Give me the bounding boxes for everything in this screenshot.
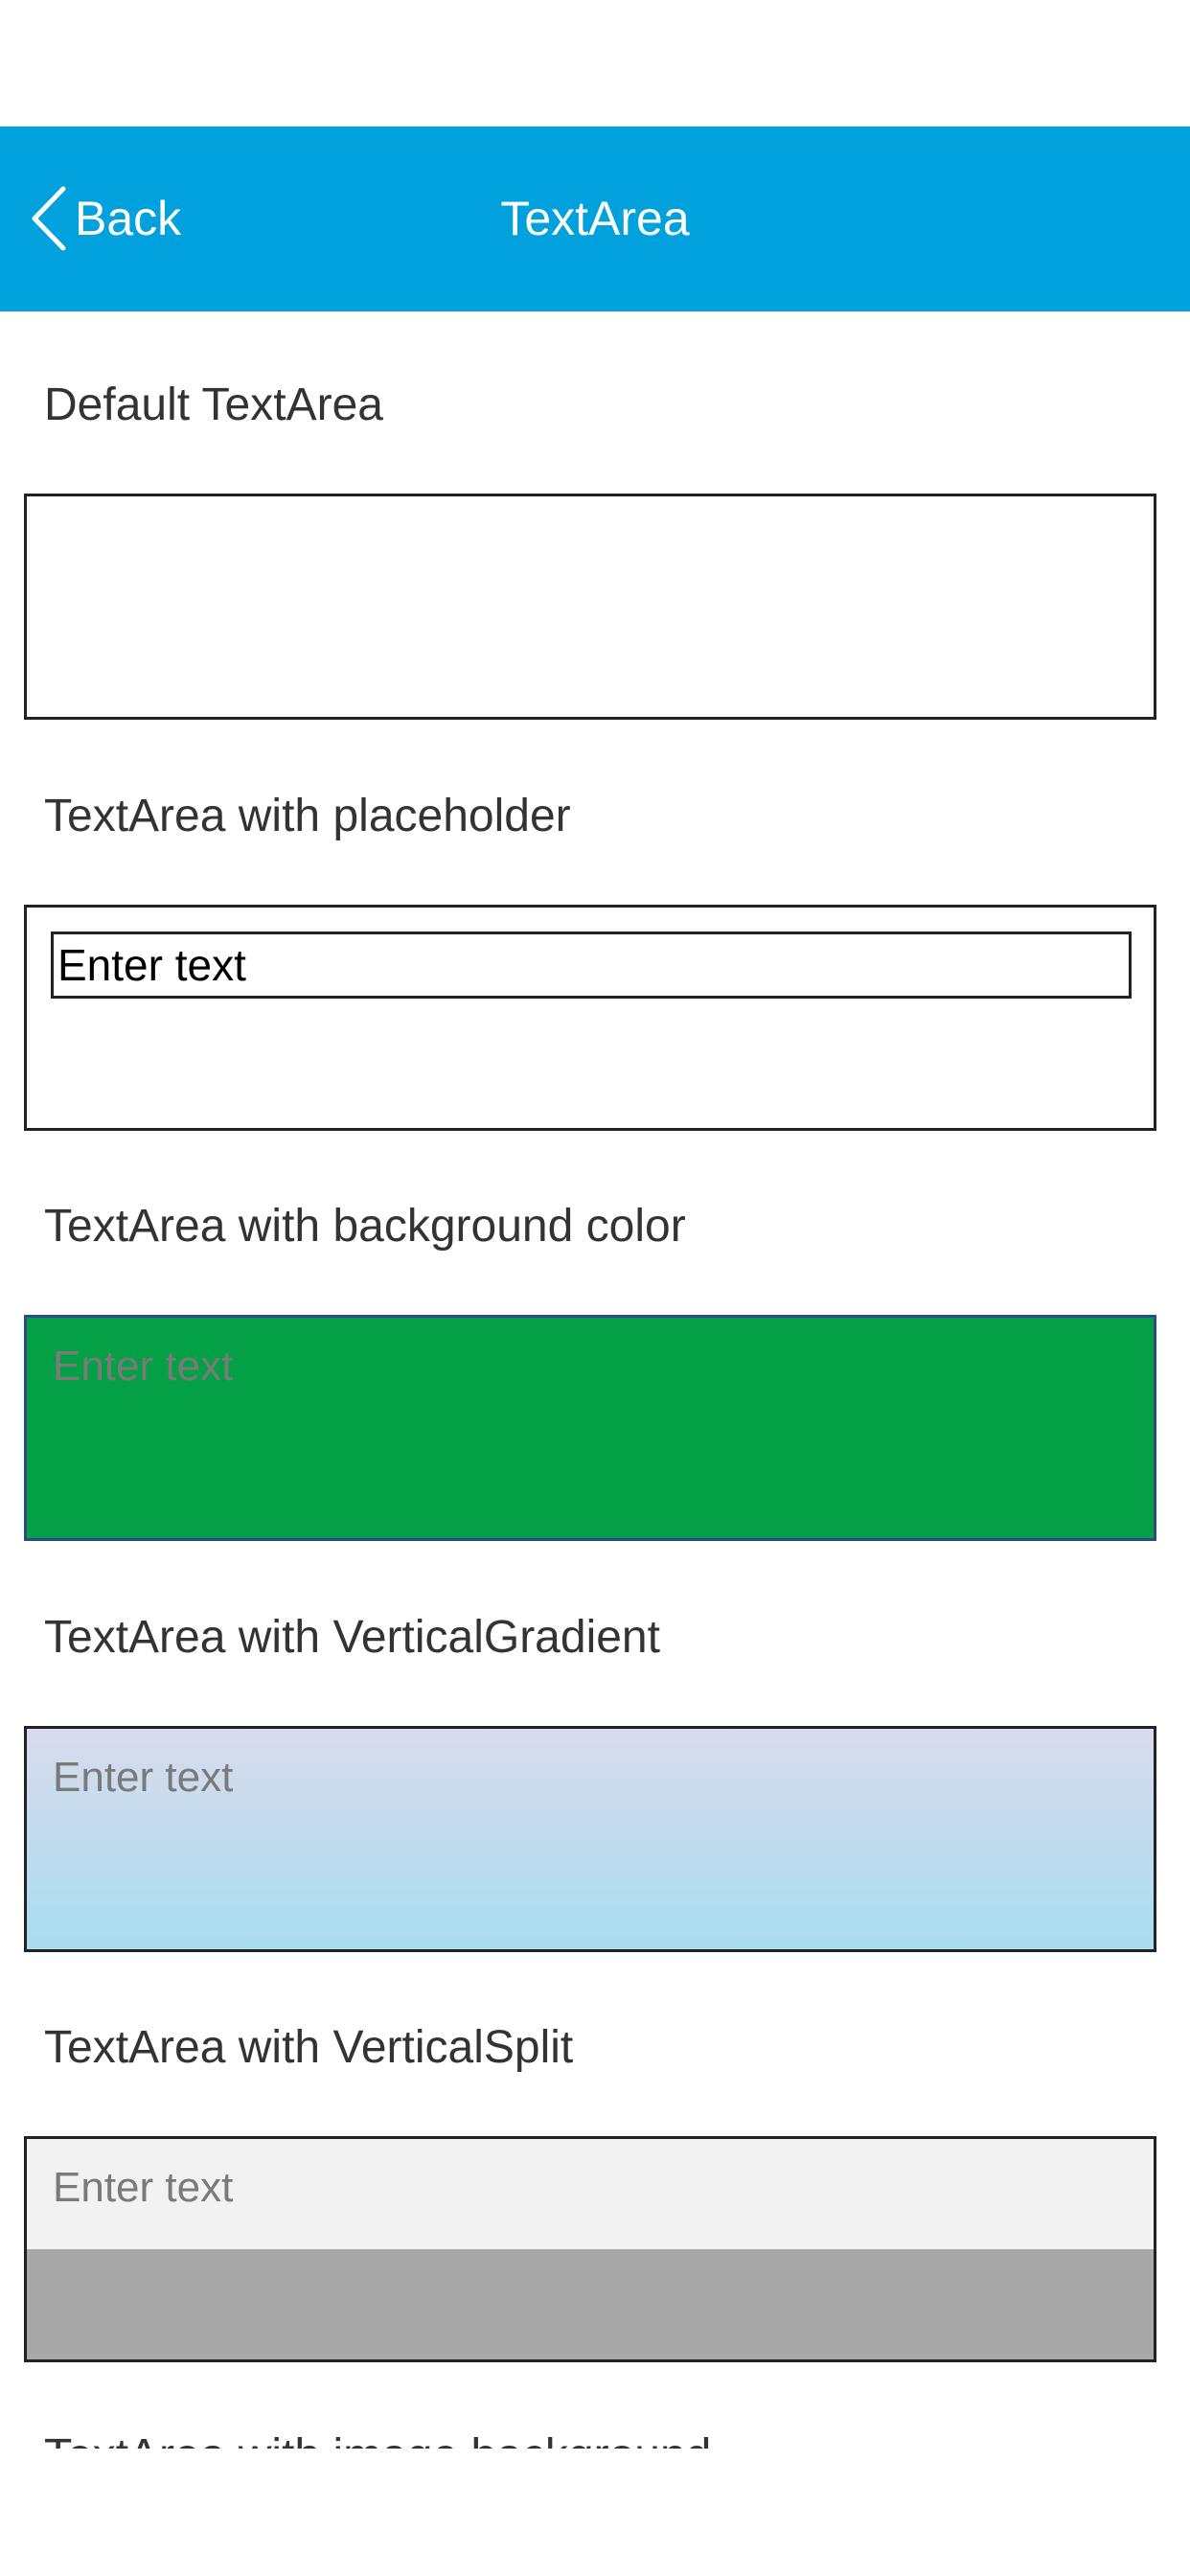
back-button[interactable]: Back [29, 172, 181, 264]
section-label-placeholder: TextArea with placeholder [44, 791, 571, 841]
background-color-textarea[interactable]: Enter text [24, 1315, 1156, 1541]
navigation-bar: TextArea Back [0, 126, 1190, 311]
section-label-vertical-gradient: TextArea with VerticalGradient [44, 1612, 660, 1663]
vertical-split-textarea[interactable]: Enter text [24, 2136, 1156, 2362]
back-label: Back [75, 192, 182, 245]
status-bar [0, 0, 1190, 126]
placeholder-text-field[interactable]: Enter text [51, 932, 1132, 999]
section-label-background-color: TextArea with background color [44, 1201, 686, 1252]
section-label-default: Default TextArea [44, 380, 383, 430]
placeholder-text: Enter text [53, 2164, 234, 2211]
section-label-image-background: TextArea with image background [44, 2427, 711, 2449]
placeholder-textarea[interactable]: Enter text [24, 905, 1156, 1131]
content-scroll[interactable]: Default TextArea TextArea with placehold… [0, 311, 1190, 2449]
placeholder-text: Enter text [53, 1343, 234, 1390]
section-label-vertical-split: TextArea with VerticalSplit [44, 2022, 574, 2073]
placeholder-text: Enter text [53, 1754, 234, 1801]
vertical-gradient-textarea[interactable]: Enter text [24, 1726, 1156, 1952]
chevron-left-icon [29, 185, 67, 252]
default-textarea[interactable] [24, 494, 1156, 720]
